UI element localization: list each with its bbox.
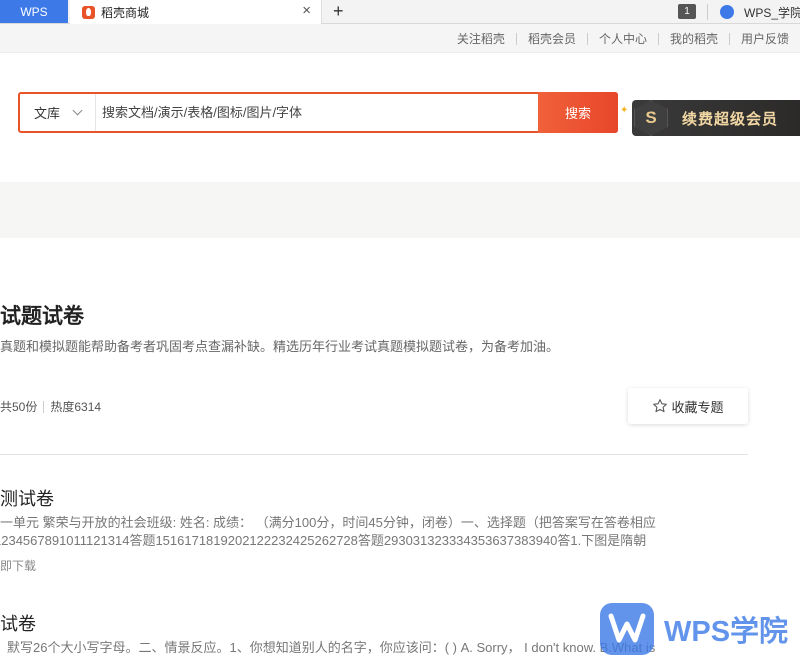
favorite-label: 收藏专题 <box>671 399 724 415</box>
tab-label: 稻壳商城 <box>101 5 150 20</box>
nav-docer-member[interactable]: 稻壳会员 <box>517 30 587 47</box>
vip-badge-icon: S <box>634 100 668 136</box>
tab-docer-mall[interactable]: 稻壳商城 × <box>70 0 322 24</box>
nav-follow-docer[interactable]: 关注稻壳 <box>446 30 516 47</box>
heat-count: 热度6314 <box>50 400 102 414</box>
nav-my-docer[interactable]: 我的稻壳 <box>659 30 729 47</box>
divider <box>0 454 748 455</box>
list-item-desc: 1234567891011121314答题1516171819202122232… <box>0 533 647 548</box>
vip-label: 续费超级会员 <box>682 110 779 128</box>
topic-meta: 共50份 热度6314 <box>0 398 101 415</box>
nav-personal-center[interactable]: 个人中心 <box>588 30 658 47</box>
download-link[interactable]: 立即下载 <box>0 557 36 574</box>
doc-count: 共50份 <box>0 400 38 414</box>
search-input[interactable] <box>96 94 538 131</box>
new-tab-button[interactable]: + <box>333 1 344 21</box>
search-category-dropdown[interactable]: 文库 <box>20 94 96 131</box>
list-item-title[interactable]: 英语试卷 <box>0 610 36 636</box>
star-icon <box>653 399 668 413</box>
top-nav: 关注稻壳 稻壳会员 个人中心 我的稻壳 用户反馈 <box>0 24 800 53</box>
list-item-desc: 第一单元 繁荣与开放的社会班级: 姓名: 成绩： （满分100分，时间45分钟，… <box>0 515 656 530</box>
close-icon[interactable]: × <box>302 3 311 19</box>
favorite-topic-button[interactable]: 收藏专题 <box>628 388 748 424</box>
wps-academy-watermark: WPS学院 <box>600 603 788 655</box>
search-category-label: 文库 <box>34 106 61 121</box>
search-button[interactable]: 搜索 <box>538 92 618 133</box>
search-bar: 文库 搜索 <box>18 92 618 133</box>
page-subtitle: 真题和模拟题能帮助备考者巩固考点查漏补缺。精选历年行业考试真题模拟题试卷，为备考… <box>0 339 560 354</box>
list-item-title[interactable]: 单元测试卷 <box>0 485 54 511</box>
top-nav-links: 关注稻壳 稻壳会员 个人中心 我的稻壳 用户反馈 <box>446 24 800 53</box>
page-title: 试题试卷 <box>0 305 84 328</box>
wps-logo-icon <box>720 5 734 19</box>
sparkle-icon: ✦ <box>620 105 629 116</box>
meta-divider <box>43 400 45 413</box>
renew-vip-banner[interactable]: S 续费超级会员 <box>632 100 800 136</box>
chevron-down-icon <box>72 105 83 116</box>
wps-logo-icon <box>600 603 654 655</box>
tab-count-badge[interactable]: 1 <box>678 4 696 19</box>
browser-tab-bar: WPS 稻壳商城 × + 1 WPS_学院 <box>0 0 800 24</box>
watermark-text: WPS学院 <box>664 616 789 648</box>
nav-feedback[interactable]: 用户反馈 <box>730 30 800 47</box>
banner-strip <box>0 182 800 238</box>
tab-divider <box>707 4 708 20</box>
tab-wps[interactable]: WPS <box>0 0 68 23</box>
tab-label: WPS_学院 <box>744 5 800 20</box>
tab-wps-academy[interactable]: WPS_学院 <box>720 0 800 24</box>
docer-logo-icon <box>82 5 95 19</box>
